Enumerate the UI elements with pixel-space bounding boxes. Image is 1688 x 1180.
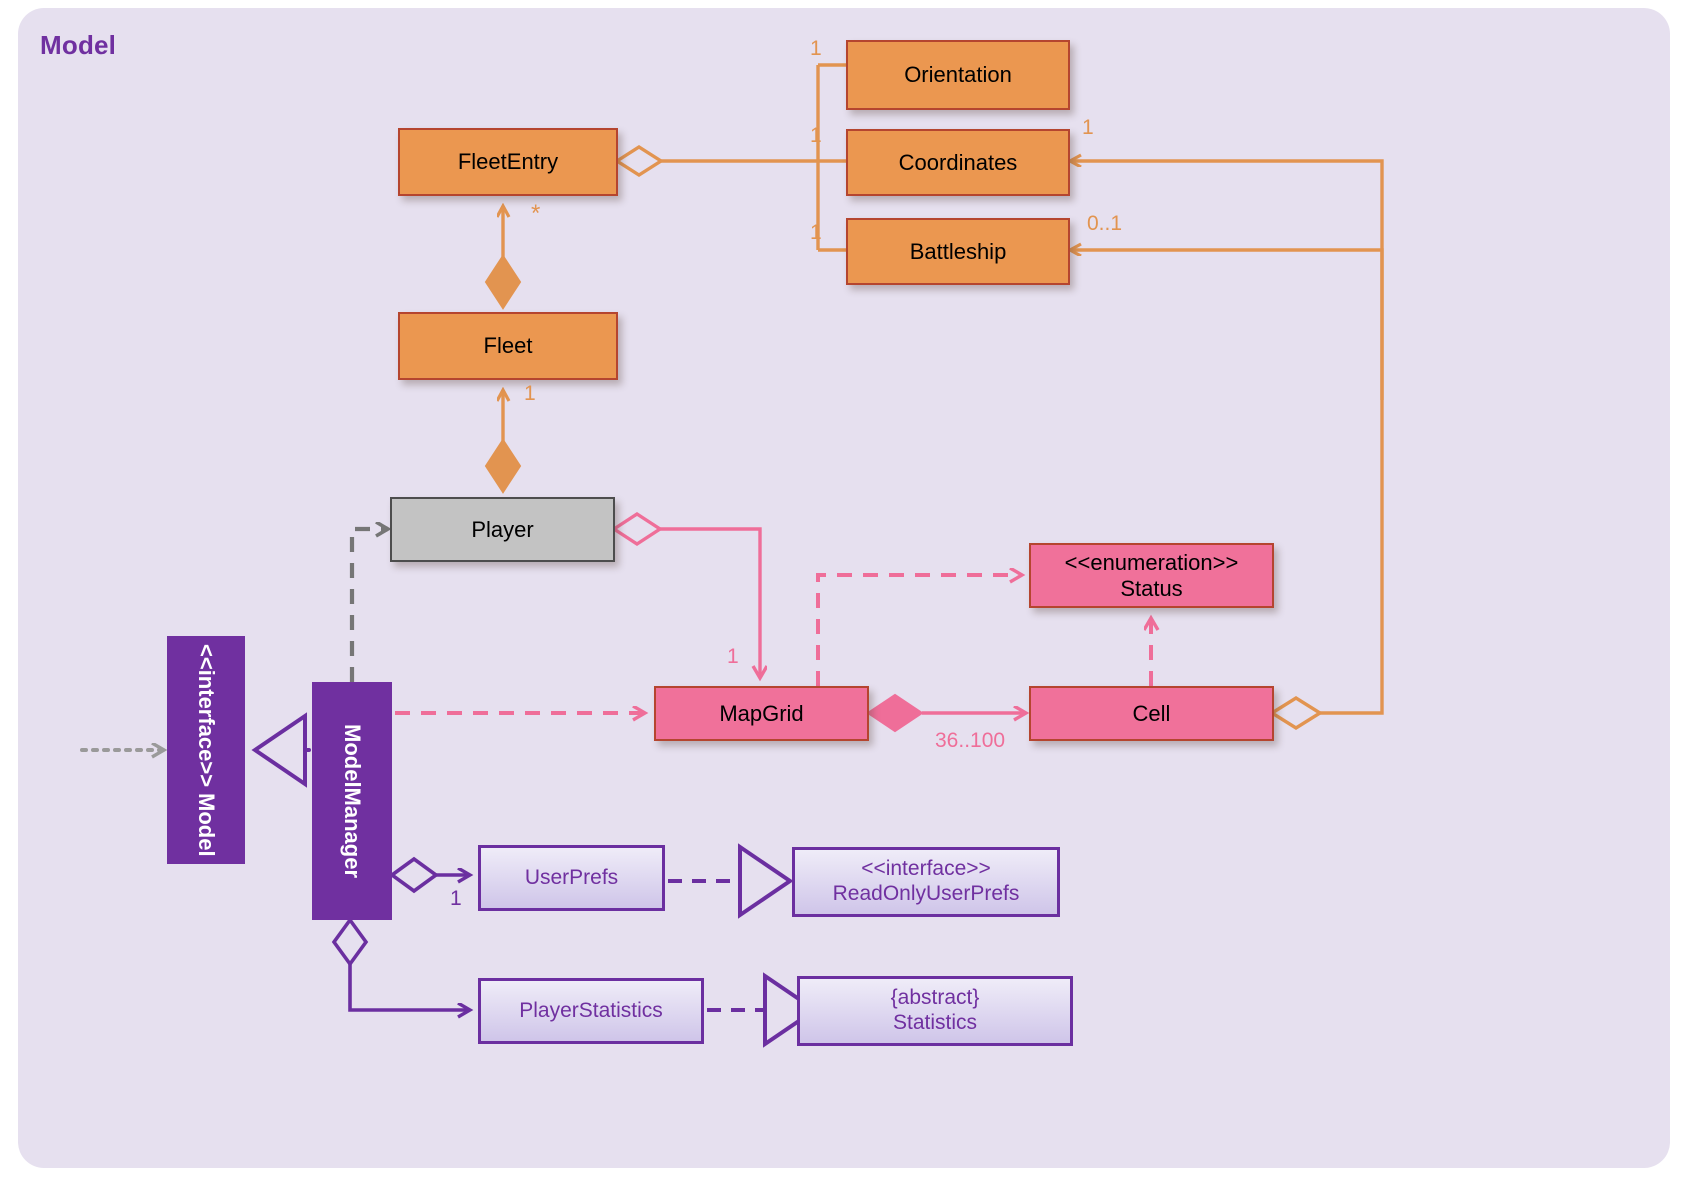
class-box-playerstatistics[interactable]: PlayerStatistics	[478, 978, 704, 1044]
multiplicity-cell-coordinates: 1	[1082, 116, 1094, 139]
multiplicity-coordinates: 1	[810, 124, 822, 147]
page-title: Model	[40, 30, 117, 60]
multiplicity-cells-range: 36..100	[935, 729, 1006, 752]
class-name-fleet: Fleet	[483, 333, 533, 359]
class-box-player[interactable]: Player	[390, 497, 615, 562]
class-box-status[interactable]: <<enumeration>> Status	[1029, 543, 1274, 608]
multiplicity-battleship: 1	[810, 221, 822, 244]
class-box-cell[interactable]: Cell	[1029, 686, 1274, 741]
class-name-model: Model	[193, 792, 219, 857]
class-label-model: <<interface>>	[193, 644, 219, 787]
class-name-coordinates: Coordinates	[898, 149, 1018, 175]
multiplicity-fleet: 1	[524, 382, 536, 405]
class-box-modelmanager[interactable]: ModelManager	[312, 682, 392, 920]
class-box-readonlyuserprefs[interactable]: <<interface>> ReadOnlyUserPrefs	[792, 847, 1060, 917]
class-stereotype-model: <<interface>>	[193, 643, 219, 787]
class-stereotype-readonlyuserprefs: <<interface>>	[861, 857, 991, 881]
class-name-playerstatistics: PlayerStatistics	[519, 998, 663, 1022]
class-box-userprefs[interactable]: UserPrefs	[478, 845, 665, 911]
class-name-userprefs: UserPrefs	[524, 865, 619, 889]
class-box-statistics[interactable]: {abstract} Statistics	[797, 976, 1073, 1046]
class-name-battleship: Battleship	[909, 238, 1007, 264]
multiplicity-mapgrid: 1	[727, 645, 739, 668]
multiplicity-fleetentry-star: *	[531, 200, 541, 227]
class-name-status: Status	[1120, 575, 1183, 601]
class-name-statistics: Statistics	[892, 1011, 978, 1034]
class-box-fleetentry[interactable]: FleetEntry	[398, 128, 618, 196]
class-box-battleship[interactable]: Battleship	[846, 218, 1070, 285]
class-box-coordinates[interactable]: Coordinates	[846, 129, 1070, 196]
class-box-model[interactable]: <<interface>> Model	[167, 636, 245, 864]
class-name-player: Player	[471, 516, 534, 542]
class-box-fleet[interactable]: Fleet	[398, 312, 618, 380]
diagram-canvas: Model Orientation Coordinates Battleship…	[0, 0, 1688, 1180]
class-stereotype-status: <<enumeration>>	[1064, 549, 1239, 575]
class-name-fleetentry: FleetEntry	[457, 149, 559, 175]
multiplicity-cell-battleship: 0..1	[1087, 212, 1123, 235]
class-box-mapgrid[interactable]: MapGrid	[654, 686, 869, 741]
class-name-orientation: Orientation	[904, 62, 1012, 88]
class-name-readonlyuserprefs: ReadOnlyUserPrefs	[832, 882, 1020, 905]
class-name-cell: Cell	[1132, 700, 1171, 726]
class-name-mapgrid: MapGrid	[719, 700, 804, 726]
class-name-modelmanager: ModelManager	[339, 723, 365, 879]
multiplicity-userprefs: 1	[450, 887, 462, 910]
class-box-orientation[interactable]: Orientation	[846, 40, 1070, 110]
class-stereotype-statistics: {abstract}	[890, 986, 980, 1010]
multiplicity-orientation: 1	[810, 37, 822, 60]
